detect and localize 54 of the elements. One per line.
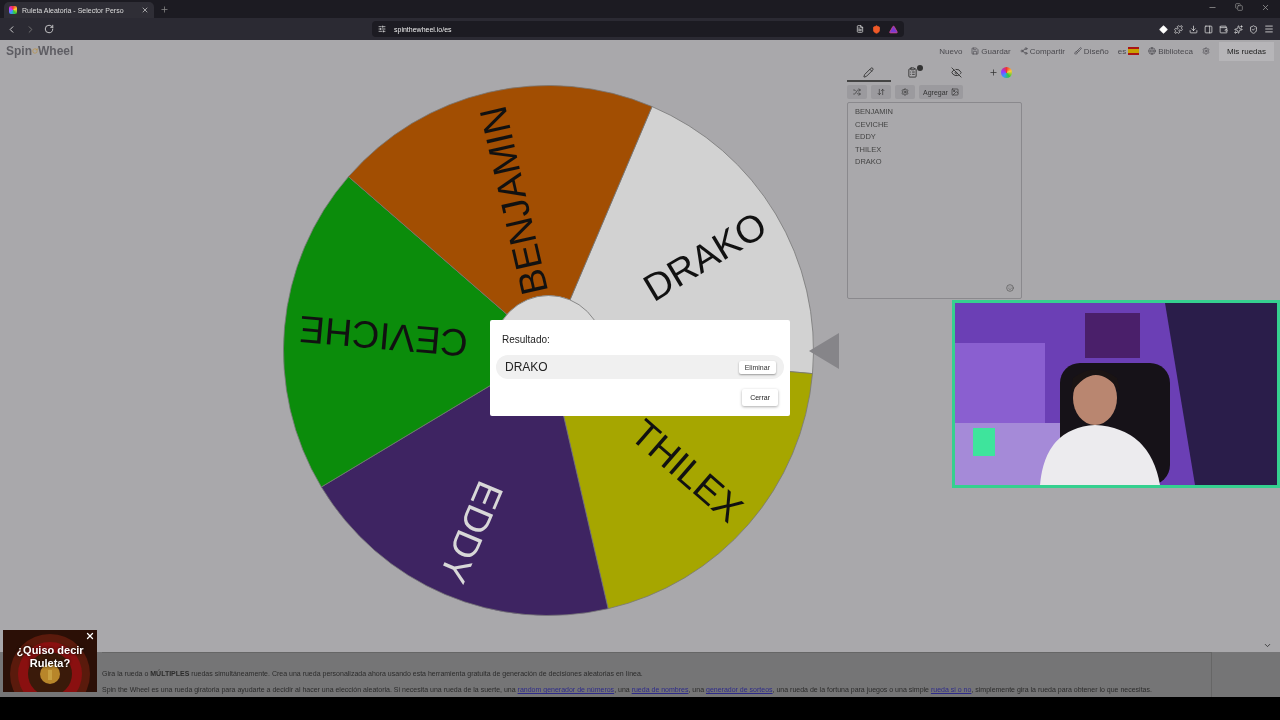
sparkles-icon[interactable] <box>1234 24 1243 34</box>
triangle-icon[interactable] <box>889 24 898 34</box>
spinner-icon <box>32 48 38 54</box>
share-icon <box>1019 47 1028 55</box>
download-icon[interactable] <box>1189 24 1198 34</box>
nav-link[interactable]: Nuevo <box>939 46 963 56</box>
wallet-icon[interactable] <box>1219 24 1228 34</box>
settings-icon[interactable] <box>1201 47 1210 55</box>
dialog-title: Resultado: <box>502 334 551 345</box>
result-text: DRAKO <box>505 360 549 374</box>
segment-label: EDDY <box>431 475 512 589</box>
new-tab-icon[interactable] <box>160 4 169 14</box>
panel-tab[interactable] <box>847 64 891 82</box>
library-icon <box>1148 47 1157 55</box>
tool-button[interactable] <box>895 85 915 99</box>
close-icon <box>85 631 95 641</box>
clipboard-icon <box>907 66 919 78</box>
nav-link[interactable]: Diseño <box>1073 46 1109 56</box>
reader-icon[interactable] <box>856 25 864 33</box>
sidebar-icon[interactable] <box>1204 24 1213 34</box>
image-icon <box>950 88 959 96</box>
language-selector[interactable]: es <box>1117 46 1140 56</box>
flag-icon <box>1128 47 1140 55</box>
reload-icon[interactable] <box>44 24 54 34</box>
favicon-icon <box>9 6 17 14</box>
shuffle-icon <box>853 88 861 96</box>
close-icon[interactable] <box>141 6 149 14</box>
chevron-icon[interactable] <box>1263 641 1272 650</box>
tool-button[interactable] <box>871 85 891 99</box>
save-icon <box>971 47 980 55</box>
segment-label: CEVICHE <box>297 307 470 365</box>
diamond-icon[interactable] <box>1159 24 1168 34</box>
restore-icon[interactable] <box>1235 2 1243 11</box>
design-icon <box>1073 47 1082 55</box>
settings-icon <box>901 88 909 96</box>
color-wheel-icon <box>1000 66 1012 78</box>
my-wheels-button[interactable]: Mis ruedas <box>1218 41 1274 61</box>
eye-off-icon <box>950 66 962 78</box>
menu-icon[interactable] <box>1264 24 1274 34</box>
logo[interactable]: Spin Wheel <box>6 44 74 58</box>
sort-icon <box>877 88 885 96</box>
nav-link[interactable]: Guardar <box>971 46 1011 56</box>
close-button[interactable] <box>85 631 95 641</box>
close-icon[interactable] <box>1261 2 1270 12</box>
plus-icon <box>988 67 998 77</box>
pointer-icon <box>809 333 839 369</box>
ad-banner[interactable]: ¿Quiso decir Ruleta? <box>3 630 97 692</box>
nav-link[interactable]: Biblioteca <box>1148 46 1193 56</box>
site-settings-icon[interactable] <box>378 25 386 33</box>
shield-icon[interactable] <box>872 24 881 34</box>
pencil-icon <box>863 66 875 78</box>
nav-link[interactable]: Compartir <box>1019 46 1065 56</box>
extensions-icon[interactable] <box>1174 24 1183 34</box>
ad-text: ¿Quiso decir Ruleta? <box>15 644 85 670</box>
